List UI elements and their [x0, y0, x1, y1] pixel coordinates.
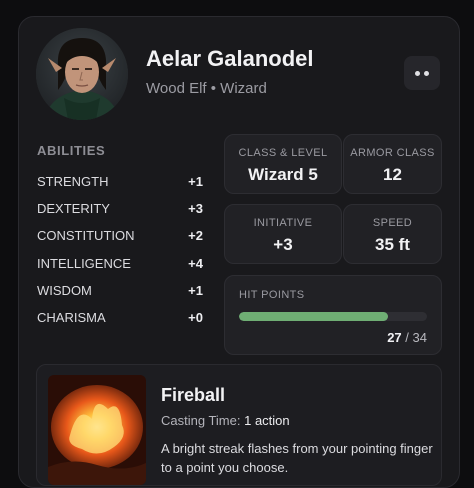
ability-label: INTELLIGENCE — [37, 256, 131, 271]
stat-speed: SPEED 35 ft — [343, 204, 442, 264]
stat-armor-class: ARMOR CLASS 12 — [343, 134, 442, 194]
hit-points-count: 27 / 34 — [387, 330, 427, 345]
hit-points-max: 34 — [412, 330, 427, 345]
ability-row-strength: STRENGTH +1 — [37, 174, 203, 189]
stat-label: CLASS & LEVEL — [238, 147, 328, 159]
character-race-class: Wood Elf • Wizard — [146, 80, 267, 97]
ability-row-charisma: CHARISMA +0 — [37, 310, 203, 325]
ability-row-wisdom: WISDOM +1 — [37, 283, 203, 298]
spell-card-fireball[interactable]: Fireball Casting Time: 1 action A bright… — [36, 364, 442, 486]
ability-label: CONSTITUTION — [37, 228, 135, 243]
more-dots-icon — [415, 70, 420, 76]
ability-modifier: +4 — [188, 256, 203, 271]
ability-modifier: +3 — [188, 201, 203, 216]
more-options-button[interactable] — [404, 56, 440, 90]
ability-row-intelligence: INTELLIGENCE +4 — [37, 256, 203, 271]
hit-points-bar — [239, 312, 427, 321]
more-dots-icon — [424, 70, 429, 76]
ability-row-dexterity: DEXTERITY +3 — [37, 201, 203, 216]
stat-value: +3 — [273, 235, 293, 254]
ability-label: CHARISMA — [37, 310, 106, 325]
stat-label: SPEED — [372, 217, 413, 229]
fireball-image — [48, 375, 146, 485]
ability-label: STRENGTH — [37, 174, 109, 189]
hit-points-separator: / — [405, 330, 409, 345]
character-name: Aelar Galanodel — [146, 46, 314, 71]
spell-casting-time: Casting Time: 1 action — [161, 413, 290, 428]
hit-points-panel: HIT POINTS 27 / 34 — [224, 275, 442, 355]
hit-points-current: 27 — [387, 330, 402, 345]
spell-name: Fireball — [161, 385, 226, 405]
abilities-heading: ABILITIES — [37, 143, 106, 158]
spell-description: A bright streak flashes from your pointi… — [161, 441, 433, 475]
stat-initiative: INITIATIVE +3 — [224, 204, 342, 264]
ability-modifier: +1 — [188, 283, 203, 298]
hit-points-label: HIT POINTS — [239, 289, 305, 301]
hit-points-bar-fill — [239, 312, 389, 321]
ability-modifier: +1 — [188, 174, 203, 189]
stat-value: Wizard 5 — [248, 165, 318, 184]
character-avatar — [36, 28, 128, 120]
stat-value: 35 ft — [375, 235, 410, 254]
stat-label: INITIATIVE — [253, 217, 313, 229]
ability-modifier: +0 — [188, 310, 203, 325]
ability-row-constitution: CONSTITUTION +2 — [37, 228, 203, 243]
stat-class-level: CLASS & LEVEL Wizard 5 — [224, 134, 342, 194]
stat-label: ARMOR CLASS — [350, 147, 435, 159]
casting-time-value: 1 action — [244, 413, 290, 428]
ability-label: WISDOM — [37, 283, 92, 298]
ability-label: DEXTERITY — [37, 201, 110, 216]
casting-time-label: Casting Time: — [161, 413, 241, 428]
ability-modifier: +2 — [188, 228, 203, 243]
stat-value: 12 — [383, 165, 402, 184]
